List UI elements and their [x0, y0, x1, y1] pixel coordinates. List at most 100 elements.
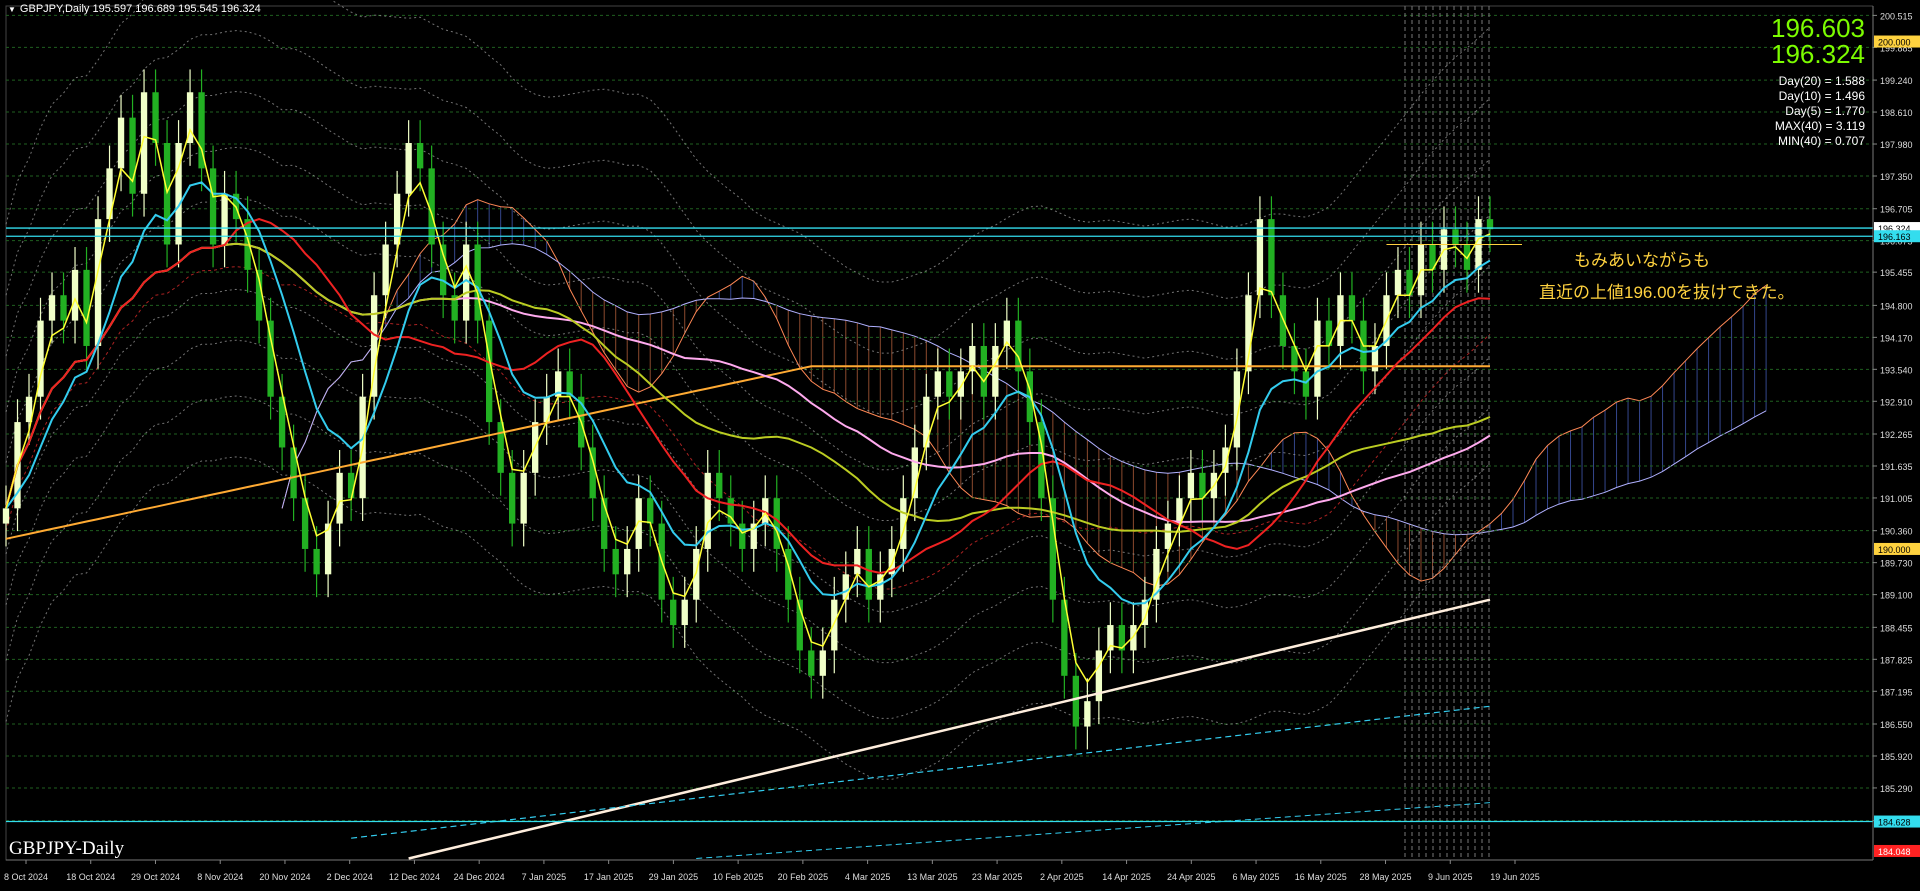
x-tick-label: 28 May 2025	[1359, 872, 1411, 882]
y-tick-label: 191.635	[1880, 462, 1913, 472]
ma-olive	[5, 242, 1491, 533]
envelope-band	[5, 339, 1491, 664]
candle-body	[716, 472, 723, 499]
price-tag-label: 196.163	[1878, 232, 1911, 242]
y-tick-label: 189.730	[1880, 559, 1913, 569]
price-tag-label: 190.000	[1878, 545, 1911, 555]
candle-body	[946, 371, 953, 397]
candle-body	[405, 143, 412, 194]
candle-body	[267, 320, 274, 397]
candle-body	[1268, 219, 1275, 296]
x-tick-label: 10 Feb 2025	[713, 872, 764, 882]
candle-body	[635, 498, 642, 549]
stat-day5: Day(5) = 1.770	[1785, 104, 1865, 118]
x-tick-label: 6 May 2025	[1233, 872, 1280, 882]
x-tick-label: 4 Mar 2025	[845, 872, 891, 882]
price-tag-label: 184.048	[1878, 847, 1911, 857]
stat-day20: Day(20) = 1.588	[1778, 74, 1865, 88]
candle-body	[83, 269, 90, 346]
x-tick-label: 18 Oct 2024	[66, 872, 115, 882]
candle-body	[347, 472, 355, 499]
candle-body	[992, 345, 999, 397]
candle-body	[60, 295, 67, 321]
bid-price: 196.603	[1771, 13, 1865, 43]
y-tick-label: 195.455	[1880, 268, 1913, 278]
x-tick-label: 19 Jun 2025	[1490, 872, 1540, 882]
y-tick-label: 185.920	[1880, 752, 1913, 762]
y-tick-label: 197.980	[1880, 140, 1913, 150]
candle-body	[152, 92, 159, 144]
x-tick-label: 29 Oct 2024	[131, 872, 180, 882]
volatility-stats: Day(20) = 1.588 Day(10) = 1.496 Day(5) =…	[1775, 74, 1865, 149]
y-tick-label: 193.540	[1880, 365, 1913, 375]
price-tag-label: 184.628	[1878, 818, 1911, 828]
candle-body	[647, 498, 654, 524]
x-tick-label: 23 Mar 2025	[972, 872, 1023, 882]
x-tick-label: 16 May 2025	[1295, 872, 1347, 882]
x-tick-label: 14 Apr 2025	[1102, 872, 1151, 882]
y-tick-label: 186.550	[1880, 720, 1913, 730]
candle-body	[831, 599, 838, 651]
y-tick-label: 197.350	[1880, 172, 1913, 182]
annotation-line-1: もみあいながらも	[1574, 251, 1710, 270]
stat-max40: MAX(40) = 3.119	[1774, 119, 1865, 133]
x-tick-label: 12 Dec 2024	[389, 872, 440, 882]
candle-body	[773, 498, 780, 549]
y-tick-label: 199.240	[1880, 76, 1913, 86]
stat-min40: MIN(40) = 0.707	[1777, 134, 1865, 148]
envelope-band	[5, 456, 1491, 780]
candle-body	[520, 472, 527, 524]
candle-body	[48, 295, 56, 321]
y-tick-label: 192.265	[1880, 430, 1913, 440]
y-tick-label: 196.705	[1880, 205, 1913, 215]
candle-body	[497, 422, 504, 473]
envelope-band	[5, 30, 1491, 354]
x-tick-label: 13 Mar 2025	[907, 872, 958, 882]
ask-price: 196.324	[1771, 39, 1865, 69]
y-tick-label: 198.610	[1880, 108, 1913, 118]
candle-body	[313, 548, 320, 575]
x-tick-label: 24 Dec 2024	[454, 872, 505, 882]
candle-body	[739, 523, 746, 549]
trendline-cyan-lower	[696, 802, 1491, 859]
candle-body	[336, 472, 343, 524]
candle-body	[416, 143, 424, 169]
y-tick-label: 187.825	[1880, 655, 1913, 665]
candle-body	[71, 269, 79, 321]
y-tick-label: 194.170	[1880, 333, 1913, 343]
price-chart[interactable]: 200.515199.885199.240198.610197.980197.3…	[0, 0, 1920, 891]
y-tick-label: 191.005	[1880, 494, 1913, 504]
y-tick-label: 192.910	[1880, 397, 1913, 407]
x-tick-label: 7 Jan 2025	[522, 872, 567, 882]
y-tick-label: 194.800	[1880, 301, 1913, 311]
cloud-span-a	[281, 199, 1767, 587]
candle-body	[1199, 472, 1206, 499]
candle-body	[221, 193, 228, 245]
down-triangle-icon[interactable]: ▼	[8, 5, 16, 14]
candle-body	[980, 345, 987, 397]
candle-body	[1348, 295, 1356, 321]
candle-body	[1187, 472, 1195, 499]
price-tag-label: 200.000	[1878, 38, 1911, 48]
x-tick-label: 8 Nov 2024	[197, 872, 243, 882]
y-tick-label: 200.515	[1880, 11, 1913, 21]
candle-body	[704, 472, 711, 549]
stat-day10: Day(10) = 1.496	[1778, 89, 1865, 103]
y-tick-label: 188.455	[1880, 623, 1913, 633]
candle-body	[681, 599, 688, 626]
candle-body	[1452, 229, 1459, 245]
candle-body	[509, 472, 516, 524]
candle-body	[923, 396, 930, 448]
candle-body	[1394, 269, 1402, 296]
candle-body	[1072, 675, 1080, 727]
candle-body	[842, 574, 849, 600]
annotation-line-2: 直近の上値196.00を抜けてきた。	[1539, 283, 1795, 302]
envelope-red	[5, 266, 1491, 590]
header-text: GBPJPY,Daily 195.597 196.689 195.545 196…	[19, 3, 261, 15]
candle-body	[670, 599, 677, 626]
candle-body	[1314, 320, 1321, 397]
y-tick-label: 187.195	[1880, 687, 1913, 697]
candle-body	[819, 650, 826, 676]
x-tick-label: 2 Apr 2025	[1040, 872, 1084, 882]
candle-body	[2, 508, 10, 524]
